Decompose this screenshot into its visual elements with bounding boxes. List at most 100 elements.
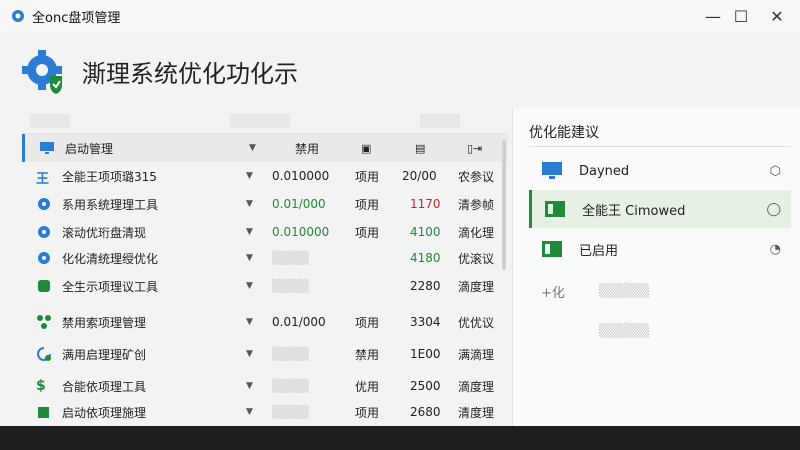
suggestion-item-faded: +化 ▒▒▒▒▒ [529, 272, 791, 310]
monitor-icon [542, 162, 562, 179]
row-metric: 1170 [410, 197, 441, 211]
pin-toggle-icon[interactable]: ◔ [770, 242, 781, 257]
row-name: 化化清统理绶优化 [62, 251, 159, 266]
row-name: 启动依项理施理 [62, 405, 147, 420]
suggestions-title: 优化能建议 [529, 125, 599, 141]
row-name: 满用启理理矿创 [62, 347, 147, 362]
app-gear-icon [12, 10, 24, 22]
row-action[interactable]: 优优议 [458, 314, 494, 331]
row-action[interactable]: 满滴理 [458, 346, 494, 363]
blurred-text: ▒▒▒▒▒ [599, 323, 649, 339]
row-status: 项用 [355, 315, 380, 330]
table-row[interactable]: 满用启理理矿创 ▼ ▒▒▒▒ 禁用 1E00 满滴理 [22, 340, 508, 368]
row-metric: 2680 [410, 405, 441, 419]
suggestion-item[interactable]: Dayned ⬡ [529, 152, 791, 190]
dollar-icon: $ [36, 378, 46, 394]
row-status: 项用 [355, 169, 380, 184]
table-row[interactable]: 王 全能王项项璐315 ▼ 0.010000 项用 20/00 农参议 [22, 162, 508, 190]
square-icon [38, 280, 50, 292]
row-value-blurred: ▒▒▒▒ [272, 405, 309, 419]
row-name: 系用系统理理工具 [62, 197, 159, 212]
row-status: 项用 [355, 225, 380, 240]
row-action[interactable]: 滴度理 [458, 378, 494, 395]
row-status: 项用 [355, 405, 380, 420]
row-name: 滚动优珩盘清现 [62, 225, 147, 240]
row-name: 合能依项理工具 [62, 379, 147, 394]
page-header: 澌理系统优化功化示 [20, 40, 298, 102]
row-name: 全能王项项璐315 [62, 169, 157, 184]
suggestion-label: Dayned [579, 163, 630, 179]
row-metric: 4180 [410, 251, 441, 265]
row-status: 优用 [355, 379, 380, 394]
suggestion-label: 已启用 [579, 243, 619, 259]
row-action[interactable]: 滴度理 [458, 278, 494, 295]
row-name: 启动管理 [65, 141, 114, 156]
column-header-placeholder [230, 113, 290, 128]
table-row[interactable]: 全生示项理议工具 ▼ ▒▒▒▒ 2280 滴度理 [22, 272, 508, 300]
row-action[interactable]: 农参议 [458, 168, 494, 185]
dropdown-caret-icon[interactable]: ▼ [246, 381, 253, 391]
monitor-icon [40, 142, 54, 154]
column-header-status: 禁用 [295, 141, 320, 156]
row-metric: 1E00 [410, 347, 441, 361]
suggestion-item-faded: ▒▒▒▒▒ [529, 312, 791, 350]
row-value-blurred: ▒▒▒▒ [272, 279, 309, 293]
dropdown-caret-icon[interactable]: ▼ [246, 407, 253, 417]
puzzle-icon [38, 407, 49, 418]
table-row[interactable]: 启动依项理施理 ▼ ▒▒▒▒ 项用 2680 清度理 [22, 398, 508, 426]
row-metric: 3304 [410, 315, 441, 329]
hexagon-toggle-icon[interactable]: ⬡ [770, 164, 781, 179]
row-value-blurred: ▒▒▒▒ [272, 379, 309, 393]
row-action[interactable]: 优滚议 [458, 250, 494, 267]
divider [529, 146, 791, 147]
circle-toggle-icon[interactable]: ◯ [766, 202, 781, 217]
dropdown-caret-icon[interactable]: ▼ [246, 253, 253, 263]
row-action[interactable]: 滴化理 [458, 224, 494, 241]
dropdown-caret-icon[interactable]: ▼ [246, 199, 253, 209]
row-status: 项用 [355, 197, 380, 212]
row-action[interactable]: 清度理 [458, 404, 494, 421]
blurred-text: ▒▒▒▒▒ [599, 283, 649, 299]
row-value-blurred: ▒▒▒▒ [272, 347, 309, 361]
column-header-placeholder [30, 113, 70, 128]
dropdown-caret-icon[interactable]: ▼ [246, 227, 253, 237]
settings-shield-icon [22, 50, 62, 94]
suggestion-item[interactable]: 已启用 ◔ [529, 230, 791, 268]
gear-icon [38, 198, 50, 210]
network-icon [37, 315, 51, 329]
refresh-icon [37, 347, 51, 361]
suggestion-label: 全能王 Cimowed [582, 203, 686, 219]
table-row[interactable]: 启动管理 ▼ 禁用 ▣ ▤ ▯⇥ [22, 134, 508, 162]
close-button[interactable]: ✕ [754, 0, 800, 32]
dropdown-caret-icon[interactable]: ▼ [249, 143, 256, 153]
calendar-icon: ▣ [361, 141, 372, 155]
column-header-placeholder [420, 113, 460, 128]
row-status: 禁用 [355, 347, 380, 362]
table-row[interactable]: $ 合能依项理工具 ▼ ▒▒▒▒ 优用 2500 滴度理 [22, 372, 508, 400]
table-row[interactable]: 系用系统理理工具 ▼ 0.01/000 项用 1170 清参帧 [22, 190, 508, 218]
window-icon [542, 241, 562, 257]
dropdown-caret-icon[interactable]: ▼ [246, 317, 253, 327]
folder-icon: ▤ [415, 141, 426, 155]
suggestion-label: +化 [541, 285, 565, 301]
dropdown-caret-icon[interactable]: ▼ [246, 171, 253, 181]
window-title: 全onc盘项管理 [32, 10, 121, 26]
row-value: 0.01/000 [272, 315, 326, 329]
table-row[interactable]: 滚动优珩盘清现 ▼ 0.010000 项用 4100 滴化理 [22, 218, 508, 246]
dropdown-caret-icon[interactable]: ▼ [246, 349, 253, 359]
table-row[interactable]: 禁用索项理管理 ▼ 0.01/000 项用 3304 优优议 [22, 308, 508, 336]
vertical-scrollbar[interactable] [502, 140, 506, 270]
window-icon [545, 201, 565, 217]
table-row[interactable]: 化化清统理绶优化 ▼ ▒▒▒▒ 4180 优滚议 [22, 244, 508, 272]
row-value-blurred: ▒▒▒▒ [272, 251, 309, 265]
row-metric: 4100 [410, 225, 441, 239]
suggestion-item-active[interactable]: 全能王 Cimowed ◯ [529, 190, 791, 228]
row-value: 0.010000 [272, 225, 330, 239]
row-value: 0.01/000 [272, 197, 326, 211]
row-value: 0.010000 [272, 169, 330, 183]
row-action[interactable]: 清参帧 [458, 196, 494, 213]
dropdown-caret-icon[interactable]: ▼ [246, 281, 253, 291]
gear-icon [38, 226, 50, 238]
title-bar: 全onc盘项管理 [0, 0, 800, 32]
gear-icon [38, 252, 50, 264]
